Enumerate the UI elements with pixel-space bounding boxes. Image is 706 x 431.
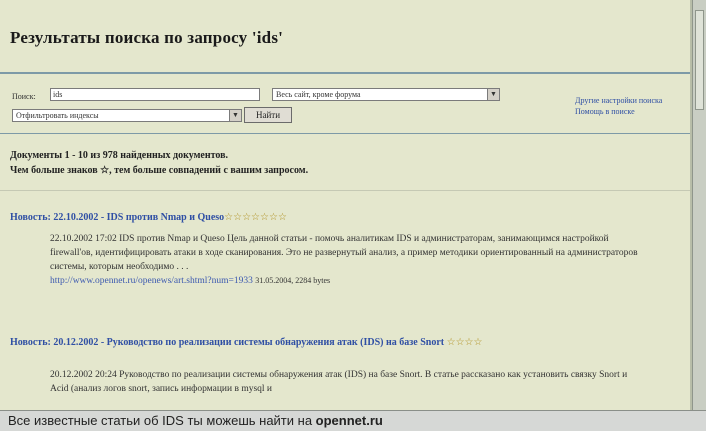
relevance-stars: ☆☆☆☆☆☆☆ [224,212,287,223]
search-button[interactable]: Найти [244,107,292,123]
divider [0,190,690,191]
page-title: Результаты поиска по запросу 'ids' [10,28,284,47]
result-datetime: 20.12.2002 20:24 [50,370,117,380]
scrollbar-thumb[interactable] [695,10,704,110]
caption-site: opennet.ru [315,413,383,428]
chevron-down-icon: ▼ [487,89,499,100]
results-count: Документы 1 - 10 из 978 найденных докуме… [10,150,229,161]
scope-select-value: Весь сайт, кроме форума [276,90,361,99]
relevance-stars: ☆☆☆☆ [446,337,483,348]
result-url[interactable]: http://www.opennet.ru/openews/art.shtml?… [50,276,253,286]
divider [0,72,690,74]
search-results-page: Результаты поиска по запросу 'ids' Поиск… [0,0,692,410]
caption-text: Все известные статьи об IDS ты можешь на… [8,413,316,428]
result-title-text: Новость: 22.10.2002 - IDS против Nmap и … [10,212,225,223]
result-title-link[interactable]: Новость: 22.10.2002 - IDS против Nmap и … [10,212,287,223]
chevron-down-icon: ▼ [229,110,241,121]
filter-select-value: Отфильтровать индексы [16,111,99,120]
result-snippet-text: Руководство по реализации системы обнару… [50,370,628,394]
search-help-link[interactable]: Помощь в поиске [575,107,635,116]
result-snippet: 20.12.2002 20:24 Руководство по реализац… [50,368,640,396]
filter-select[interactable]: Отфильтровать индексы ▼ [12,109,242,122]
result-datetime: 22.10.2002 17:02 [50,234,117,244]
divider [0,133,690,134]
result-title-link[interactable]: Новость: 20.12.2002 - Руководство по реа… [10,336,680,350]
screenshot-frame: Результаты поиска по запросу 'ids' Поиск… [0,0,706,431]
search-label: Поиск: [12,92,36,101]
result-snippet: 22.10.2002 17:02 IDS против Nmap и Queso… [50,232,640,288]
result-snippet-text: IDS против Nmap и Queso Цель данной стат… [50,234,638,272]
scope-select[interactable]: Весь сайт, кроме форума ▼ [272,88,500,101]
search-input[interactable] [50,88,260,101]
image-caption: Все известные статьи об IDS ты можешь на… [0,410,706,431]
result-meta: 31.05.2004, 2284 bytes [255,276,331,285]
vertical-scrollbar[interactable] [692,0,706,410]
advanced-search-link[interactable]: Другие настройки поиска [575,96,662,105]
relevance-hint: Чем больше знаков ☆, тем больше совпаден… [10,165,309,176]
result-title-text: Новость: 20.12.2002 - Руководство по реа… [10,337,445,348]
